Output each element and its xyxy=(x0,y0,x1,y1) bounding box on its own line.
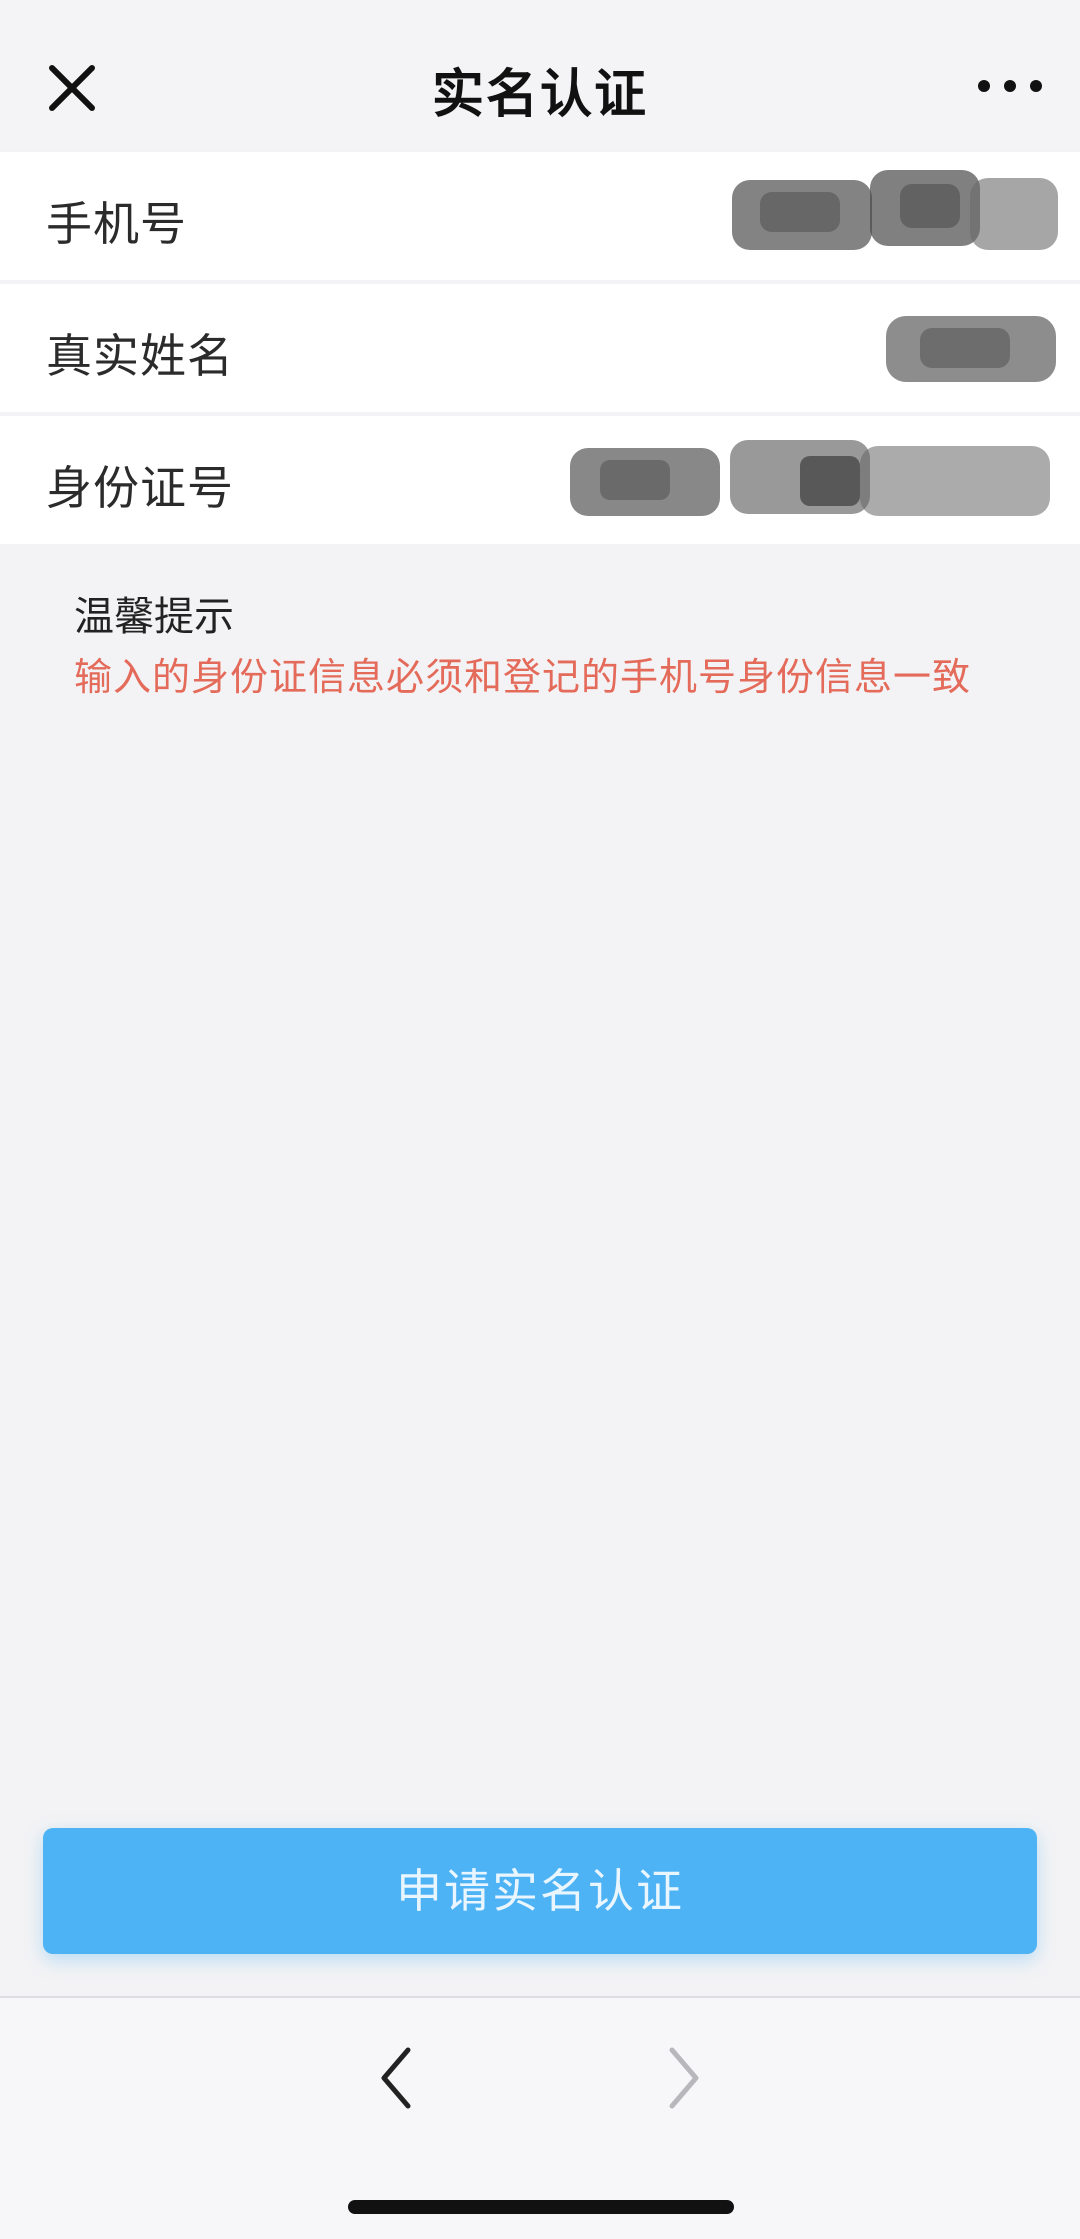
nav-header: 实名认证 xyxy=(0,0,1080,150)
verification-form: 手机号 真实姓名 身份证号 xyxy=(0,152,1080,548)
tips-title: 温馨提示 xyxy=(74,594,234,640)
name-label: 真实姓名 xyxy=(46,329,234,383)
phone-row: 手机号 xyxy=(0,152,1080,280)
id-number-row: 身份证号 xyxy=(0,416,1080,544)
home-indicator xyxy=(348,2200,734,2214)
phone-label: 手机号 xyxy=(46,197,187,251)
chevron-left-icon[interactable] xyxy=(370,2040,426,2116)
id-number-label: 身份证号 xyxy=(46,461,234,515)
apply-verification-button[interactable]: 申请实名认证 xyxy=(43,1828,1037,1954)
name-field-redacted[interactable] xyxy=(880,294,1060,402)
chevron-right-icon[interactable] xyxy=(654,2040,710,2116)
id-number-field-redacted[interactable] xyxy=(560,426,1060,534)
name-row: 真实姓名 xyxy=(0,284,1080,412)
tips-text: 输入的身份证信息必须和登记的手机号身份信息一致 xyxy=(74,655,972,699)
page-title: 实名认证 xyxy=(431,65,648,125)
bottom-toolbar xyxy=(0,1996,1080,2239)
more-horizontal-icon[interactable] xyxy=(970,62,1050,110)
phone-field-redacted[interactable] xyxy=(730,162,1060,270)
